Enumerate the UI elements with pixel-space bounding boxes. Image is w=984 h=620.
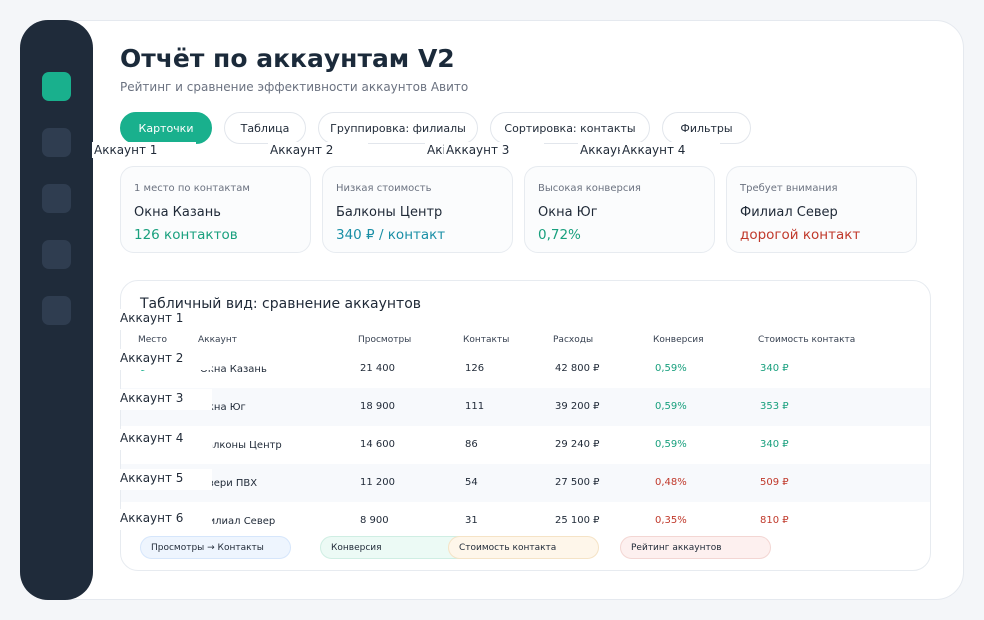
contacts-value: 126 xyxy=(465,363,485,374)
conversion-value: 0,59% xyxy=(655,401,687,412)
views-value: 14 600 xyxy=(360,439,395,450)
filters-button[interactable]: Фильтры xyxy=(662,112,751,144)
card-label: 1 место по контактам xyxy=(134,183,250,194)
summary-card-needs-attention[interactable]: Требует внимания Филиал Север дорогой ко… xyxy=(726,166,917,253)
card-account-name: Окна Юг xyxy=(538,205,598,220)
account-row-tag: Аккаунт 5 xyxy=(120,469,212,490)
page-subtitle: Рейтинг и сравнение эффективности аккаун… xyxy=(120,80,469,94)
legend-contact-cost[interactable]: Стоимость контакта xyxy=(448,536,599,559)
conversion-value: 0,48% xyxy=(655,477,687,488)
spend-value: 42 800 ₽ xyxy=(555,363,600,374)
column-header-conversion[interactable]: Конверсия xyxy=(653,335,704,345)
tab-table[interactable]: Таблица xyxy=(224,112,306,144)
card-account-name: Окна Казань xyxy=(134,205,221,220)
account-tag: Аккаунт 2 xyxy=(268,142,368,158)
summary-card-high-conversion[interactable]: Высокая конверсия Окна Юг 0,72% xyxy=(524,166,715,253)
conversion-value: 0,59% xyxy=(655,439,687,450)
legend-views-contacts[interactable]: Просмотры → Контакты xyxy=(140,536,291,559)
account-row-tag: Аккаунт 6 xyxy=(120,509,212,530)
card-metric: 126 контактов xyxy=(134,227,238,243)
sidebar-item-5-icon[interactable] xyxy=(42,296,71,325)
table-row[interactable]: 2 Окна Юг 18 900 111 39 200 ₽ 0,59% 353 … xyxy=(121,388,930,426)
contacts-value: 86 xyxy=(465,439,478,450)
sidebar-item-4-icon[interactable] xyxy=(42,240,71,269)
contact-cost-value: 340 ₽ xyxy=(760,439,789,450)
card-metric: 0,72% xyxy=(538,227,581,243)
card-account-name: Балконы Центр xyxy=(336,205,443,220)
contacts-value: 54 xyxy=(465,477,478,488)
table-row[interactable]: 3 Балконы Центр 14 600 86 29 240 ₽ 0,59%… xyxy=(121,426,930,464)
card-label: Требует внимания xyxy=(740,183,838,194)
account-row-tag: Аккаунт 1 xyxy=(120,309,212,330)
account-name: Балконы Центр xyxy=(200,440,282,451)
views-value: 18 900 xyxy=(360,401,395,412)
account-tag: Аккаунт 4 xyxy=(620,142,720,158)
views-value: 11 200 xyxy=(360,477,395,488)
summary-card-low-cost[interactable]: Низкая стоимость Балконы Центр 340 ₽ / к… xyxy=(322,166,513,253)
contact-cost-value: 509 ₽ xyxy=(760,477,789,488)
legend-account-rating[interactable]: Рейтинг аккаунтов xyxy=(620,536,771,559)
contact-cost-value: 810 ₽ xyxy=(760,515,789,526)
table-row[interactable]: 1 Окна Казань 21 400 126 42 800 ₽ 0,59% … xyxy=(121,350,930,388)
card-metric: дорогой контакт xyxy=(740,227,861,243)
sorting-button[interactable]: Сортировка: контакты xyxy=(490,112,650,144)
spend-value: 39 200 ₽ xyxy=(555,401,600,412)
card-label: Высокая конверсия xyxy=(538,183,641,194)
column-header-contacts[interactable]: Контакты xyxy=(463,335,509,345)
card-metric: 340 ₽ / контакт xyxy=(336,227,446,243)
column-header-account[interactable]: Аккаунт xyxy=(198,335,237,345)
contact-cost-value: 353 ₽ xyxy=(760,401,789,412)
contacts-value: 31 xyxy=(465,515,478,526)
tab-cards[interactable]: Карточки xyxy=(120,112,212,144)
table-row[interactable]: 4 Двери ПВХ 11 200 54 27 500 ₽ 0,48% 509… xyxy=(121,464,930,502)
card-label: Низкая стоимость xyxy=(336,183,432,194)
card-account-name: Филиал Север xyxy=(740,205,838,220)
account-row-tag: Аккаунт 4 xyxy=(120,429,212,450)
spend-value: 27 500 ₽ xyxy=(555,477,600,488)
views-value: 8 900 xyxy=(360,515,389,526)
sidebar-item-3-icon[interactable] xyxy=(42,184,71,213)
column-header-views[interactable]: Просмотры xyxy=(358,335,411,345)
grouping-button[interactable]: Группировка: филиалы xyxy=(318,112,478,144)
spend-value: 29 240 ₽ xyxy=(555,439,600,450)
contacts-value: 111 xyxy=(465,401,485,412)
account-tag: Аккаунт 3 xyxy=(444,142,544,158)
sidebar-item-dashboard-icon[interactable] xyxy=(42,72,71,101)
conversion-value: 0,35% xyxy=(655,515,687,526)
views-value: 21 400 xyxy=(360,363,395,374)
account-row-tag: Аккаунт 3 xyxy=(120,389,212,410)
account-tag: Аккаунт 1 xyxy=(92,142,196,158)
column-header-rank[interactable]: Место xyxy=(138,335,167,345)
table-row[interactable]: 5 Филиал Север 8 900 31 25 100 ₽ 0,35% 8… xyxy=(121,502,930,540)
conversion-value: 0,59% xyxy=(655,363,687,374)
sidebar-item-2-icon[interactable] xyxy=(42,128,71,157)
column-header-contact-cost[interactable]: Стоимость контакта xyxy=(758,335,855,345)
column-header-spend[interactable]: Расходы xyxy=(553,335,593,345)
spend-value: 25 100 ₽ xyxy=(555,515,600,526)
contact-cost-value: 340 ₽ xyxy=(760,363,789,374)
sidebar xyxy=(20,20,93,600)
summary-card-top-contacts[interactable]: 1 место по контактам Окна Казань 126 кон… xyxy=(120,166,311,253)
page-title: Отчёт по аккаунтам V2 xyxy=(120,44,455,73)
account-row-tag: Аккаунт 2 xyxy=(120,349,212,370)
